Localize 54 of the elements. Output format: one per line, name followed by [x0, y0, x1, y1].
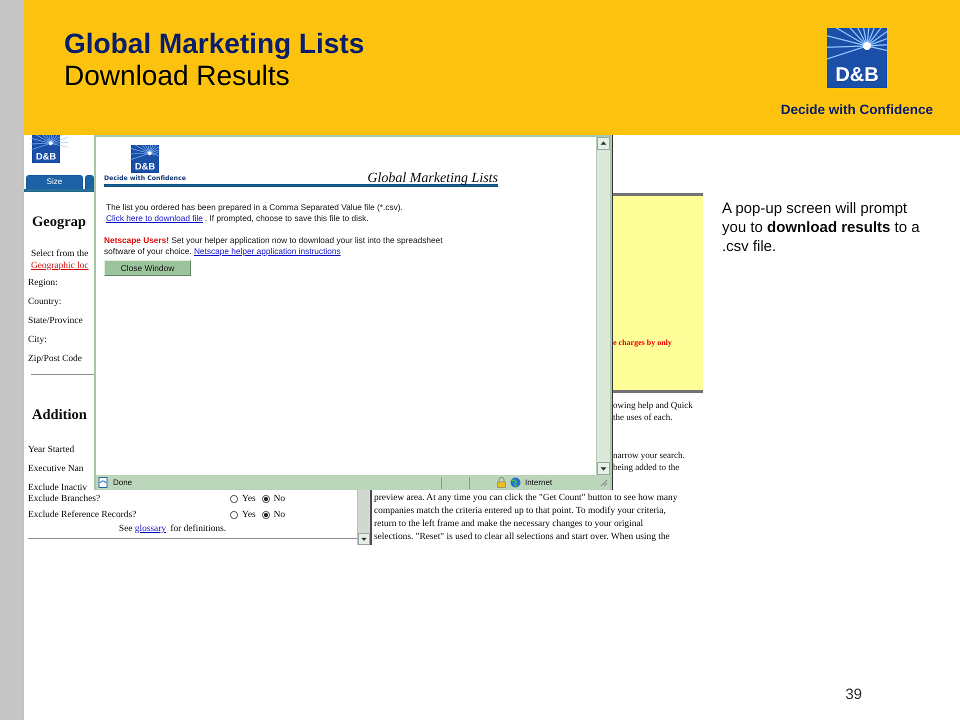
resize-grip-icon[interactable]	[599, 478, 608, 487]
radio-button[interactable]	[262, 511, 270, 519]
help-paragraph: preview area. At any time you can click the "Get Count" button to see how many companies match the criteria entered up to that point. To modify your criteria, return to the left frame and make the necessary changes to your original selections. "Reset" is used to clear all selections and start over. When using the	[374, 492, 678, 544]
scroll-up-icon[interactable]	[597, 137, 610, 150]
radio-label: Yes	[242, 492, 256, 506]
instruction-text: Select from the	[31, 248, 90, 260]
close-window-button[interactable]: Close Window	[104, 260, 191, 276]
help-text: narrow your search.	[613, 449, 686, 461]
page-icon	[98, 477, 109, 488]
link[interactable]: Netscape helper application instructions	[194, 246, 343, 256]
glossary-note: See glossary for definitions.	[118, 523, 228, 535]
logo: D&B	[130, 145, 160, 173]
section-heading: Geograp	[32, 213, 87, 232]
field-label: Exclude Inactiv	[27, 482, 88, 490]
globe-icon	[510, 477, 521, 488]
message-text: Netscape Users! Set your helper application now to download your list into the spreadsheet software of your choice. Netscape helper application instructions	[104, 235, 444, 257]
logo: D&B	[826, 28, 887, 88]
radio-label: No	[274, 508, 286, 522]
link[interactable]: Click here to download file	[106, 213, 205, 223]
radio-button[interactable]	[230, 511, 238, 519]
field-label: State/Province	[27, 314, 84, 328]
field-label: Year Started	[27, 444, 76, 456]
field-label: Country:	[27, 296, 62, 309]
field-label: Zip/Post Code	[27, 352, 83, 366]
radio-label: Yes	[242, 508, 256, 522]
message-text: The list you ordered has been prepared in a Comma Separated Value file (*.csv). Click here to download file . If prompted, choose to save this file to disk.	[105, 202, 404, 224]
slide-subtitle: Download Results	[64, 60, 291, 92]
field-label: City:	[27, 334, 48, 347]
field-label: Region:	[27, 276, 59, 290]
field-label: Executive Nan	[27, 462, 84, 476]
section-heading: Addition	[32, 406, 88, 425]
radio-button[interactable]	[262, 495, 270, 503]
lock-icon	[497, 477, 506, 488]
tab[interactable]	[84, 175, 94, 189]
radio-label: No	[274, 492, 286, 506]
help-text: being added to the	[613, 461, 680, 473]
status-text: Done	[113, 476, 132, 488]
page-title: Global Marketing Lists	[367, 173, 498, 184]
tab[interactable]: Size	[26, 175, 83, 189]
link[interactable]: glossary	[134, 524, 168, 534]
help-text: the uses of each.	[613, 411, 674, 423]
slide-note: A pop-up screen will prompt you to download results to a .csv file.	[721, 199, 921, 257]
field-label: Exclude Branches?	[28, 492, 102, 506]
help-text: owing help and Quick	[613, 399, 694, 411]
tagline: Decide with Confidence	[780, 101, 933, 119]
scroll-down-icon[interactable]	[358, 533, 370, 545]
zone-text: Internet	[525, 476, 554, 488]
page-number: 39	[845, 686, 862, 702]
link[interactable]: Geographic loc	[31, 260, 94, 272]
scroll-down-icon[interactable]	[597, 462, 610, 475]
radio-button[interactable]	[230, 495, 238, 503]
notice-text: e charges by only	[613, 338, 672, 347]
slide-title: Global Marketing Lists	[64, 28, 364, 60]
field-label: Exclude Reference Records?	[28, 508, 138, 522]
